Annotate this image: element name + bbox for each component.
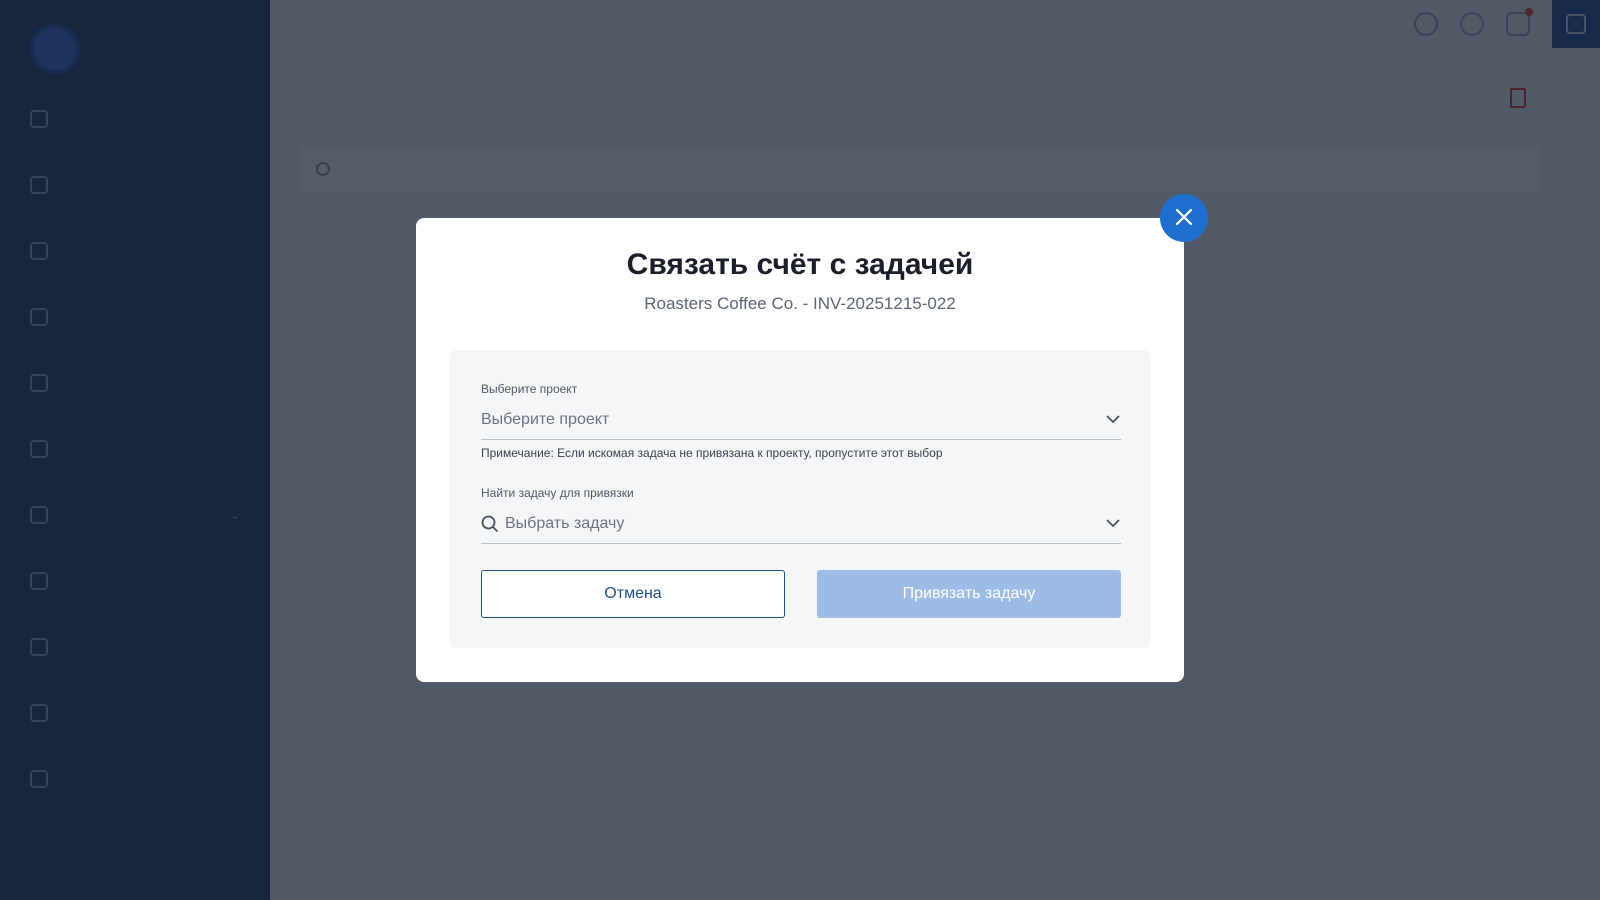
link-task-modal: Связать счёт с задачей Roasters Coffee C… [416,218,1184,682]
modal-form-panel: Выберите проект Выберите проект Примечан… [449,350,1151,648]
project-field-label: Выберите проект [481,382,578,396]
chevron-down-icon [1105,516,1121,532]
task-select[interactable]: Выбрать задачу [481,504,1121,544]
search-icon [481,515,499,533]
project-select-value: Выберите проект [481,410,610,428]
task-field-label: Найти задачу для привязки [481,486,634,500]
link-task-button[interactable]: Привязать задачу [817,570,1121,618]
cancel-button[interactable]: Отмена [481,570,785,618]
modal-subtitle: Roasters Coffee Co. - INV-20251215-022 [644,294,956,313]
project-select[interactable]: Выберите проект [481,400,1121,440]
modal-title: Связать счёт с задачей [626,248,974,281]
project-note: Примечание: Если искомая задача не привя… [481,446,943,460]
chevron-down-icon [1105,412,1121,428]
close-icon [1175,208,1193,229]
close-modal-button[interactable] [1160,194,1208,242]
task-select-value: Выбрать задачу [505,514,625,532]
